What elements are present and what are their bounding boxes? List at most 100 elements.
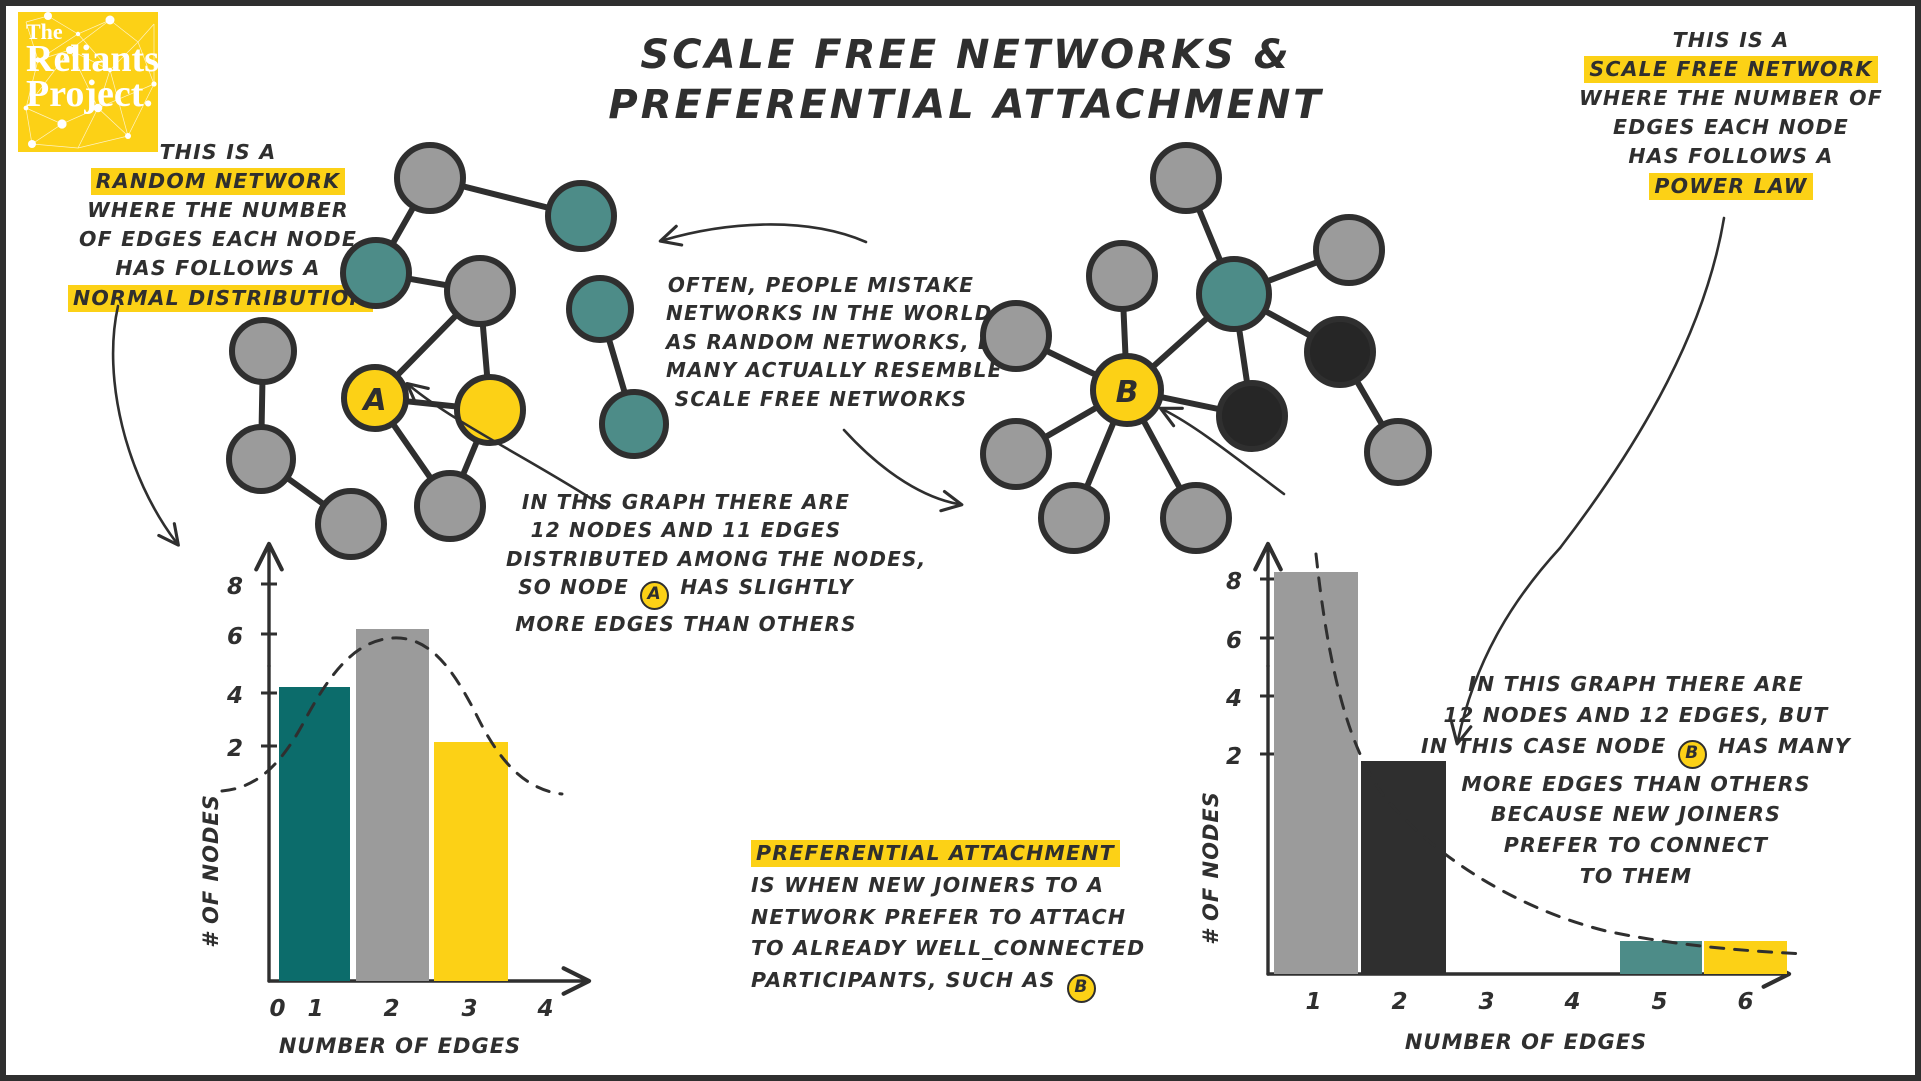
left-xtick-3: 3 xyxy=(461,996,478,1022)
annotation-graph-b-stats: IN THIS GRAPH THERE ARE 12 NODES AND 12 … xyxy=(1386,669,1886,892)
right-xtick-5: 5 xyxy=(1651,989,1668,1015)
ann-b-line-6: PREFER TO CONNECT xyxy=(1503,833,1769,857)
ann-center-line-4: MANY ACTUALLY RESEMBLE xyxy=(666,358,1003,383)
annotation-scale-free-network: THIS IS A SCALE FREE NETWORK WHERE THE N… xyxy=(1546,26,1915,201)
pa-line-4-pre: PARTICIPANTS, SUCH AS xyxy=(751,968,1056,993)
ann-left-line-1: THIS IS A xyxy=(159,140,277,164)
arrow-right-line-upper xyxy=(1558,216,1726,550)
right-ytick-6: 6 xyxy=(1226,628,1243,654)
ann-b-line-3-pre: IN THIS CASE NODE xyxy=(1421,733,1667,758)
ann-b-line-5: BECAUSE NEW JOINERS xyxy=(1490,802,1782,827)
node-teal xyxy=(545,180,617,252)
right-bar-6 xyxy=(1704,941,1787,974)
node-gray xyxy=(414,470,486,542)
node-gray xyxy=(229,317,297,385)
annotation-mistake-note: OFTEN, PEOPLE MISTAKE NETWORKS IN THE WO… xyxy=(666,271,1027,413)
node-gray xyxy=(980,418,1052,490)
ann-center-line-3: AS RANDOM NETWORKS, BUT xyxy=(666,329,1027,354)
left-ytick-2: 2 xyxy=(227,736,244,762)
node-gray xyxy=(226,424,296,494)
right-chart-yticks xyxy=(1260,577,1276,756)
left-xtick-2: 2 xyxy=(383,996,400,1022)
scale-free-network-edges xyxy=(1013,175,1401,521)
ann-b-line-1: IN THIS GRAPH THERE ARE xyxy=(1468,672,1804,696)
node-gray xyxy=(394,142,466,214)
ann-a-line-3: DISTRIBUTED AMONG THE NODES, xyxy=(506,546,927,571)
node-gray xyxy=(1160,482,1232,554)
ann-b-line-7: TO THEM xyxy=(1579,863,1693,888)
node-teal xyxy=(566,275,634,343)
left-ytick-4: 4 xyxy=(226,683,244,709)
ann-b-line-4: MORE EDGES THAN OTHERS xyxy=(1461,771,1811,796)
ann-left-line-3: WHERE THE NUMBER xyxy=(87,198,349,223)
ann-center-line-2: NETWORKS IN THE WORLD xyxy=(666,301,993,326)
annotation-graph-a-stats: IN THIS GRAPH THERE ARE 12 NODES AND 11 … xyxy=(506,488,927,639)
node-chip-b-pa: B xyxy=(1066,974,1096,1004)
ann-left-line-5: HAS FOLLOWS A xyxy=(115,256,321,281)
title-line-2: PREFERENTIAL ATTACHMENT xyxy=(608,82,1324,128)
node-a-label: A xyxy=(361,383,386,418)
scale-free-network-nodes xyxy=(980,142,1432,554)
right-xtick-2: 2 xyxy=(1391,989,1408,1015)
title-line-1: SCALE FREE NETWORKS & xyxy=(640,32,1292,78)
right-ytick-2: 2 xyxy=(1226,744,1243,770)
right-xtick-3: 3 xyxy=(1478,989,1495,1015)
node-dark xyxy=(1216,380,1288,452)
pa-line-2: NETWORK PREFER TO ATTACH xyxy=(751,904,1127,929)
scale-free-network-graph: B xyxy=(980,142,1432,554)
ann-a-line-1: IN THIS GRAPH THERE ARE xyxy=(521,490,851,514)
node-teal-sub-hub xyxy=(1196,256,1272,332)
node-gray xyxy=(315,488,387,560)
right-xtick-1: 1 xyxy=(1305,989,1322,1015)
left-xtick-4: 4 xyxy=(536,996,554,1022)
ann-left-line-6: NORMAL DISTRIBUTION xyxy=(68,284,373,312)
node-gray xyxy=(1038,482,1110,554)
node-a-hub xyxy=(341,364,409,432)
right-xtick-4: 4 xyxy=(1563,989,1581,1015)
right-yaxis-title: # OF NODES xyxy=(1199,791,1223,945)
ann-a-line-2: 12 NODES AND 11 EDGES xyxy=(530,518,842,543)
node-b-label: B xyxy=(1116,375,1139,410)
node-gray xyxy=(444,255,516,327)
ann-right-line-2: SCALE FREE NETWORK xyxy=(1584,56,1878,84)
right-bar-1 xyxy=(1274,572,1358,974)
node-chip-a: A xyxy=(640,581,670,611)
node-gray xyxy=(1150,142,1222,214)
ann-center-line-5: SCALE FREE NETWORKS xyxy=(674,386,968,411)
pa-heading: PREFERENTIAL ATTACHMENT xyxy=(751,840,1120,867)
left-yaxis-title: # OF NODES xyxy=(199,794,223,948)
pa-line-1: IS WHEN NEW JOINERS TO A xyxy=(751,872,1105,897)
arrow-center-to-network-a xyxy=(658,223,868,247)
right-ytick-8: 8 xyxy=(1226,569,1243,595)
ann-a-line-5: MORE EDGES THAN OTHERS xyxy=(515,612,857,637)
node-gray xyxy=(1086,240,1158,312)
ann-center-line-1: OFTEN, PEOPLE MISTAKE xyxy=(667,273,975,297)
right-ytick-4: 4 xyxy=(1225,686,1243,712)
node-yellow xyxy=(454,374,526,446)
node-dark xyxy=(1304,316,1376,388)
annotation-preferential-attachment: PREFERENTIAL ATTACHMENT IS WHEN NEW JOIN… xyxy=(751,838,1151,1004)
left-bar-1 xyxy=(279,687,350,981)
left-xaxis-title: NUMBER OF EDGES xyxy=(279,1034,521,1058)
right-xtick-6: 6 xyxy=(1737,989,1754,1015)
node-teal xyxy=(599,389,669,459)
ann-b-line-2: 12 NODES AND 12 EDGES, BUT xyxy=(1443,702,1829,727)
ann-left-line-2: RANDOM NETWORK xyxy=(90,168,346,196)
ann-a-line-4-pre: SO NODE xyxy=(518,575,629,600)
left-normal-curve xyxy=(220,636,564,796)
logo-line-3: Project. xyxy=(26,73,153,116)
left-xtick-0: 0 xyxy=(269,996,286,1022)
left-bar-2 xyxy=(356,629,429,981)
ann-right-line-1: THIS IS A xyxy=(1672,28,1790,52)
left-chart-yticks xyxy=(261,582,277,748)
right-xaxis-title: NUMBER OF EDGES xyxy=(1405,1030,1647,1054)
left-ytick-8: 8 xyxy=(227,574,244,600)
ann-b-line-3-post: HAS MANY xyxy=(1718,733,1851,758)
ann-left-line-4: OF EDGES EACH NODE xyxy=(78,227,358,252)
left-ytick-6: 6 xyxy=(227,624,244,650)
infographic-page: The Reliants Project. SCALE FREE NETWORK… xyxy=(0,0,1921,1081)
annotation-random-network: THIS IS A RANDOM NETWORK WHERE THE NUMBE… xyxy=(68,138,373,313)
ann-a-line-4-post: HAS SLIGHTLY xyxy=(680,575,854,600)
ann-right-line-3: WHERE THE NUMBER OF xyxy=(1579,86,1883,111)
right-bar-5 xyxy=(1620,941,1702,974)
